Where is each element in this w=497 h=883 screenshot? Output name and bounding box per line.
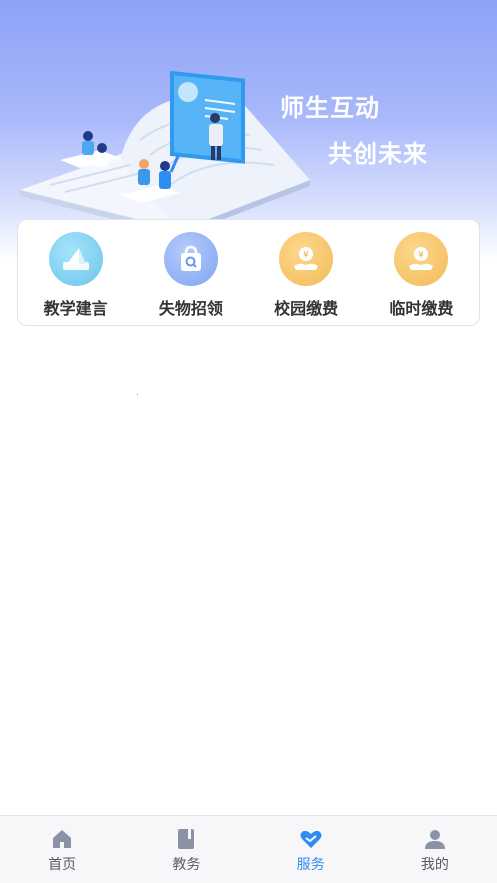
service-grid: 教学建言 失物招领 ¥ 校园缴费 ¥ 临时缴费 — [17, 219, 480, 326]
nav-label: 教务 — [172, 856, 201, 873]
hero-title-line2: 共创未来 — [328, 140, 428, 168]
nav-label: 首页 — [48, 856, 77, 873]
user-icon — [422, 826, 448, 852]
nav-services[interactable]: 服务 — [261, 826, 361, 874]
heart-handshake-icon — [298, 826, 324, 852]
paper-plane-icon — [48, 232, 103, 286]
service-label: 临时缴费 — [389, 299, 454, 318]
classroom-illustration — [20, 70, 310, 236]
nav-home[interactable]: 首页 — [12, 826, 112, 874]
service-temporary-payment[interactable]: ¥ 临时缴费 — [366, 232, 476, 319]
nav-profile[interactable]: 我的 — [385, 826, 485, 874]
shopping-bag-search-icon — [163, 232, 218, 286]
service-label: 失物招领 — [158, 299, 223, 318]
hero-title-line1: 师生互动 — [280, 94, 380, 122]
service-label: 教学建言 — [43, 299, 108, 318]
nav-label: 服务 — [296, 856, 325, 873]
svg-text:¥: ¥ — [419, 251, 425, 261]
service-label: 校园缴费 — [274, 299, 339, 318]
service-teaching-suggestion[interactable]: 教学建言 — [21, 232, 131, 319]
yuan-hand-icon: ¥ — [394, 232, 449, 286]
home-icon — [49, 826, 75, 852]
yuan-hand-icon: ¥ — [279, 232, 334, 286]
book-icon — [173, 826, 199, 852]
nav-label: 我的 — [420, 856, 449, 873]
svg-text:¥: ¥ — [303, 251, 309, 261]
nav-academic[interactable]: 教务 — [136, 826, 236, 874]
bottom-navigation: 首页 教务 服务 我的 — [0, 815, 497, 883]
service-lost-and-found[interactable]: 失物招领 — [136, 232, 246, 319]
service-campus-payment[interactable]: ¥ 校园缴费 — [251, 232, 361, 319]
stray-dot — [137, 394, 138, 395]
